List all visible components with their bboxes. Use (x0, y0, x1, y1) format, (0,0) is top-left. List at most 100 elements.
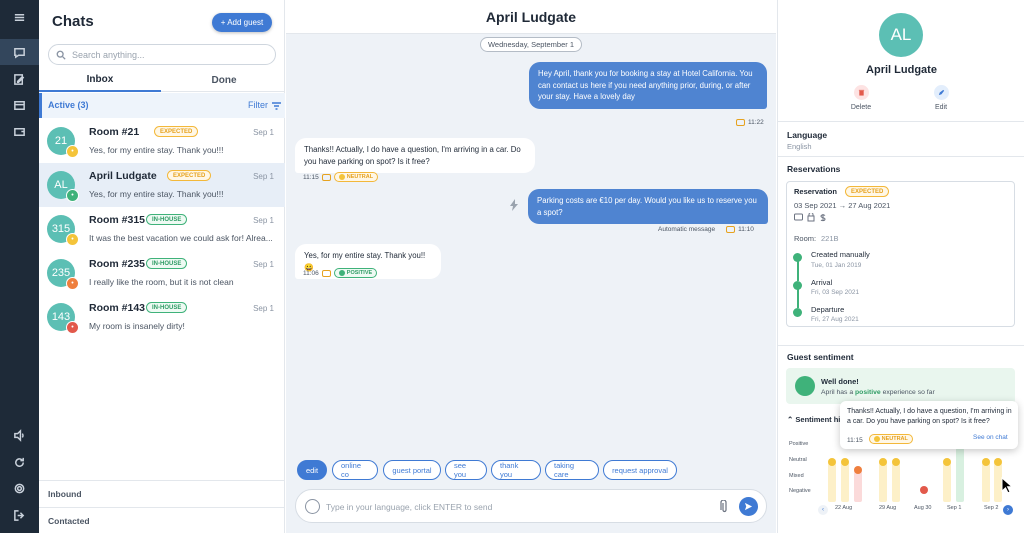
chat-item[interactable]: AL • April Ludgate EXPECTED Sep 1 Yes, fo… (39, 163, 285, 207)
status-badge: IN-HOUSE (146, 258, 188, 269)
status-badge: IN-HOUSE (146, 302, 188, 313)
filter-icon[interactable] (272, 102, 281, 110)
avatar: 21 • (47, 127, 79, 158)
gear-icon[interactable] (0, 475, 39, 501)
sentiment-badge: NEUTRAL (868, 434, 913, 444)
chart-bar (841, 462, 849, 502)
inbound-section[interactable]: Inbound (39, 480, 285, 506)
message-icon (321, 173, 331, 181)
tooltip-meta: 11:15 NEUTRAL (847, 434, 913, 444)
chart-next-button[interactable]: › (1003, 505, 1013, 515)
wallet-icon[interactable] (0, 118, 39, 144)
conversation-panel: April Ludgate Wednesday, September 1 Hey… (286, 0, 776, 533)
quick-reply[interactable]: taking care (545, 460, 599, 480)
chat-item[interactable]: 235 • Room #235 IN-HOUSE Sep 1 I really l… (39, 251, 285, 295)
chat-item[interactable]: 143 • Room #143 IN-HOUSE Sep 1 My room is… (39, 295, 285, 339)
chat-item-name: Room #315 (89, 214, 146, 226)
timeline-date: Tue, 01 Jan 2019 (811, 262, 862, 269)
menu-icon[interactable] (0, 4, 39, 30)
emoji-icon[interactable] (305, 499, 320, 514)
chat-item[interactable]: 315 • Room #315 IN-HOUSE Sep 1 It was the… (39, 207, 285, 251)
delete-button[interactable]: Delete (841, 85, 881, 111)
tab-done[interactable]: Done (163, 68, 285, 92)
chat-item-preview: Yes, for my entire stay. Thank you!!! (89, 189, 224, 199)
timeline-title: Departure (811, 305, 845, 314)
chart-point (854, 466, 862, 474)
chart-bar (892, 462, 900, 502)
add-guest-button[interactable]: + Add guest (212, 13, 272, 32)
message-meta: Automatic message 11:10 (658, 226, 754, 233)
chart-x-label: 22 Aug (835, 505, 853, 511)
payment-icons (794, 213, 826, 222)
active-count[interactable]: Active (3) (48, 100, 89, 110)
quick-reply[interactable]: see you (445, 460, 487, 480)
send-icon (744, 502, 753, 511)
chart-level-label: Positive (789, 441, 809, 447)
guest-avatar: AL (879, 13, 923, 57)
chat-list-panel: Chats + Add guest Inbox Done Active (3) … (39, 0, 285, 533)
quick-reply[interactable]: request approval (603, 460, 677, 480)
message-meta: 11:22 (736, 119, 764, 126)
quick-reply[interactable]: guest portal (383, 460, 441, 480)
contacted-section[interactable]: Contacted (39, 507, 285, 533)
timeline-title: Created manually (811, 250, 870, 259)
guest-name: April Ludgate (866, 64, 937, 76)
chat-item[interactable]: 21 • Room #21 EXPECTED Sep 1 Yes, for my … (39, 119, 285, 163)
filter-button[interactable]: Filter (248, 100, 268, 110)
happy-face-icon: • (66, 189, 79, 202)
chat-item-date: Sep 1 (253, 172, 274, 181)
refresh-icon[interactable] (0, 449, 39, 475)
left-rail (0, 0, 39, 533)
inbox-icon[interactable] (0, 92, 39, 118)
quick-reply[interactable]: online co (332, 460, 378, 480)
guest-detail-panel: AL April Ludgate Delete Edit Language En… (777, 0, 1024, 533)
tab-inbox[interactable]: Inbox (39, 68, 161, 92)
send-button[interactable] (739, 497, 758, 516)
reservation-dates: 03 Sep 2021 → 27 Aug 2021 (794, 201, 891, 210)
room-value: 221B (821, 234, 839, 243)
check-icon (793, 281, 802, 290)
edit-icon[interactable] (0, 66, 39, 92)
chat-item-name: Room #143 (89, 302, 146, 314)
chart-bar (982, 462, 990, 502)
quick-reply[interactable]: thank you (491, 460, 541, 480)
search-input[interactable] (72, 49, 267, 60)
chart-bar (943, 462, 951, 502)
mouse-cursor-icon (1001, 477, 1013, 494)
chart-bar (854, 470, 862, 502)
lightning-icon (510, 199, 518, 211)
avatar: 315 • (47, 215, 79, 246)
chart-point (828, 458, 836, 466)
message-input[interactable] (326, 499, 706, 514)
status-badge: EXPECTED (167, 170, 212, 181)
sentiment-badge: POSITIVE (333, 268, 378, 278)
neutral-face-icon (873, 436, 880, 442)
chat-item-date: Sep 1 (253, 260, 274, 269)
quick-reply-edit[interactable]: edit (297, 460, 327, 480)
chart-level-label: Mixed (789, 473, 804, 479)
chart-prev-button[interactable]: ‹ (818, 505, 828, 515)
message-bubble: Hey April, thank you for booking a stay … (529, 62, 767, 109)
message-meta: 11:06 POSITIVE (303, 268, 378, 278)
chat-icon[interactable] (0, 39, 39, 65)
chart-point (920, 486, 928, 494)
chart-point (943, 458, 951, 466)
sentiment-summary: Well done! April has a positive experien… (786, 368, 1015, 404)
logout-icon[interactable] (0, 502, 39, 528)
edit-button[interactable]: Edit (921, 85, 961, 111)
timeline-line (797, 259, 799, 281)
chat-item-name: April Ludgate (89, 170, 157, 182)
reservation-card[interactable]: Reservation EXPECTED 03 Sep 2021 → 27 Au… (786, 181, 1015, 327)
see-on-chat-link[interactable]: See on chat (973, 434, 1008, 441)
message-icon (321, 269, 331, 277)
check-icon (793, 253, 802, 262)
chart-point (994, 458, 1002, 466)
angry-face-icon: • (66, 321, 79, 334)
chat-item-name: Room #235 (89, 258, 146, 270)
chat-item-preview: Yes, for my entire stay. Thank you!!! (89, 145, 224, 155)
volume-icon[interactable] (0, 422, 39, 448)
divider (778, 156, 1024, 157)
chart-bar (956, 448, 964, 502)
attachment-icon[interactable] (720, 500, 729, 513)
chart-level-label: Neutral (789, 457, 807, 463)
